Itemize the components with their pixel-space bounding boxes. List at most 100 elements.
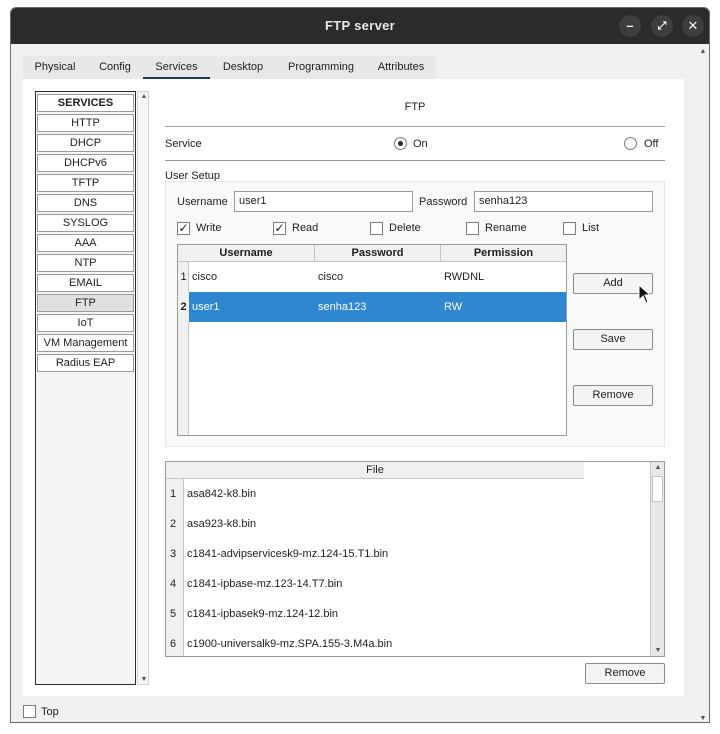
write-label: Write (196, 222, 222, 234)
password-cell: cisco (318, 271, 344, 283)
file-name: c1900-universalk9-mz.SPA.155-3.M4a.bin (187, 638, 393, 650)
service-item-http[interactable]: HTTP (37, 114, 134, 132)
delete-checkbox[interactable] (370, 222, 383, 235)
save-button[interactable]: Save (573, 329, 653, 350)
list-item[interactable]: 5 c1841-ipbasek9-mz.124-12.bin (166, 599, 650, 629)
service-item-vm-management[interactable]: VM Management (37, 334, 134, 352)
services-panel: SERVICES HTTP DHCP DHCPv6 TFTP DNS SYSLO… (23, 79, 684, 696)
scroll-up-icon[interactable]: ▲ (697, 48, 709, 55)
user-setup-group: Username user1 Password senha123 ✓ Write… (165, 181, 665, 447)
ftp-title: FTP (404, 101, 426, 113)
file-name: asa923-k8.bin (187, 518, 257, 530)
row-number: 1 (180, 271, 187, 283)
remove-user-button[interactable]: Remove (573, 385, 653, 406)
maximize-icon[interactable]: ⤢ (651, 15, 673, 37)
tab-programming[interactable]: Programming (276, 56, 366, 79)
service-item-aaa[interactable]: AAA (37, 234, 134, 252)
footer-bar: Top (11, 698, 697, 722)
service-item-email[interactable]: EMAIL (37, 274, 134, 292)
list-checkbox[interactable] (563, 222, 576, 235)
top-label: Top (41, 706, 59, 718)
scroll-down-icon[interactable]: ▼ (652, 647, 664, 654)
service-item-tftp[interactable]: TFTP (37, 174, 134, 192)
scroll-up-icon[interactable]: ▲ (652, 464, 664, 471)
row-number: 5 (169, 608, 177, 620)
scrollbar-thumb[interactable] (652, 476, 663, 502)
service-item-ntp[interactable]: NTP (37, 254, 134, 272)
username-input[interactable]: user1 (234, 191, 413, 212)
remove-file-button[interactable]: Remove (585, 663, 665, 684)
read-checkbox[interactable]: ✓ (273, 222, 286, 235)
service-off-label: Off (644, 138, 659, 150)
services-scrollbar[interactable]: ▲ ▼ (137, 91, 149, 685)
service-on-radio[interactable] (394, 137, 407, 150)
table-row[interactable]: 2 user1 senha123 RW (178, 292, 566, 322)
column-header-file[interactable]: File (166, 462, 584, 479)
divider (165, 126, 665, 127)
list-item[interactable]: 2 asa923-k8.bin (166, 509, 650, 539)
file-table-scrollbar[interactable]: ▲ ▼ (650, 462, 664, 656)
password-input[interactable]: senha123 (474, 191, 653, 212)
service-item-ftp[interactable]: FTP (37, 294, 134, 312)
service-label: Service (165, 138, 202, 150)
delete-label: Delete (389, 222, 421, 234)
file-name: asa842-k8.bin (187, 488, 257, 500)
tab-desktop[interactable]: Desktop (210, 56, 276, 79)
list-item[interactable]: 3 c1841-advipservicesk9-mz.124-15.T1.bin (166, 539, 650, 569)
row-number: 2 (169, 518, 177, 530)
service-item-dhcpv6[interactable]: DHCPv6 (37, 154, 134, 172)
scroll-up-icon[interactable]: ▲ (138, 93, 150, 100)
window-scrollbar[interactable]: ▲ ▼ (697, 44, 709, 722)
service-item-syslog[interactable]: SYSLOG (37, 214, 134, 232)
username-cell: cisco (192, 271, 218, 283)
file-name: c1841-advipservicesk9-mz.124-15.T1.bin (187, 548, 389, 560)
list-item[interactable]: 6 c1900-universalk9-mz.SPA.155-3.M4a.bin (166, 629, 650, 659)
column-header-permission[interactable]: Permission (441, 245, 566, 262)
service-on-label: On (413, 138, 428, 150)
top-checkbox[interactable] (23, 705, 36, 718)
permission-cell: RW (444, 301, 463, 313)
title-bar[interactable]: FTP server – ⤢ ✕ (11, 8, 709, 44)
tab-physical[interactable]: Physical (23, 56, 87, 79)
password-label: Password (419, 196, 468, 208)
list-item[interactable]: 4 c1841-ipbase-mz.123-14.T7.bin (166, 569, 650, 599)
tab-services[interactable]: Services (143, 56, 210, 81)
column-header-username[interactable]: Username (178, 245, 315, 262)
service-item-dhcp[interactable]: DHCP (37, 134, 134, 152)
row-number: 2 (178, 292, 189, 322)
window-title: FTP server (325, 18, 395, 33)
row-number: 1 (169, 488, 177, 500)
minimize-icon[interactable]: – (619, 15, 641, 37)
rename-checkbox[interactable] (466, 222, 479, 235)
service-item-radius-eap[interactable]: Radius EAP (37, 354, 134, 372)
permission-cell: RWDNL (444, 271, 485, 283)
row-number: 3 (169, 548, 177, 560)
read-label: Read (292, 222, 319, 234)
service-item-dns[interactable]: DNS (37, 194, 134, 212)
tab-attributes[interactable]: Attributes (366, 56, 436, 79)
password-cell: senha123 (318, 301, 367, 313)
services-list: SERVICES HTTP DHCP DHCPv6 TFTP DNS SYSLO… (35, 91, 136, 685)
scroll-down-icon[interactable]: ▼ (697, 715, 709, 722)
rename-label: Rename (485, 222, 527, 234)
ftp-server-window: FTP server – ⤢ ✕ Physical Config Service… (10, 7, 710, 723)
tab-config[interactable]: Config (87, 56, 143, 79)
file-table: File 1 asa842-k8.bin 2 asa923-k8.bin 3 c… (165, 461, 665, 657)
file-name: c1841-ipbasek9-mz.124-12.bin (187, 608, 339, 620)
mouse-cursor-icon (638, 283, 652, 304)
table-row[interactable]: 1 cisco cisco RWDNL (178, 262, 566, 292)
column-header-password[interactable]: Password (315, 245, 441, 262)
row-number: 4 (169, 578, 177, 590)
services-header: SERVICES (37, 94, 134, 112)
list-item[interactable]: 1 asa842-k8.bin (166, 479, 650, 509)
username-cell: user1 (192, 301, 220, 313)
row-number: 6 (169, 638, 177, 650)
file-name: c1841-ipbase-mz.123-14.T7.bin (187, 578, 343, 590)
list-label: List (582, 222, 600, 234)
username-label: Username (177, 196, 228, 208)
service-off-radio[interactable] (624, 137, 637, 150)
close-icon[interactable]: ✕ (682, 15, 704, 37)
scroll-down-icon[interactable]: ▼ (138, 676, 150, 683)
service-item-iot[interactable]: IoT (37, 314, 134, 332)
write-checkbox[interactable]: ✓ (177, 222, 190, 235)
